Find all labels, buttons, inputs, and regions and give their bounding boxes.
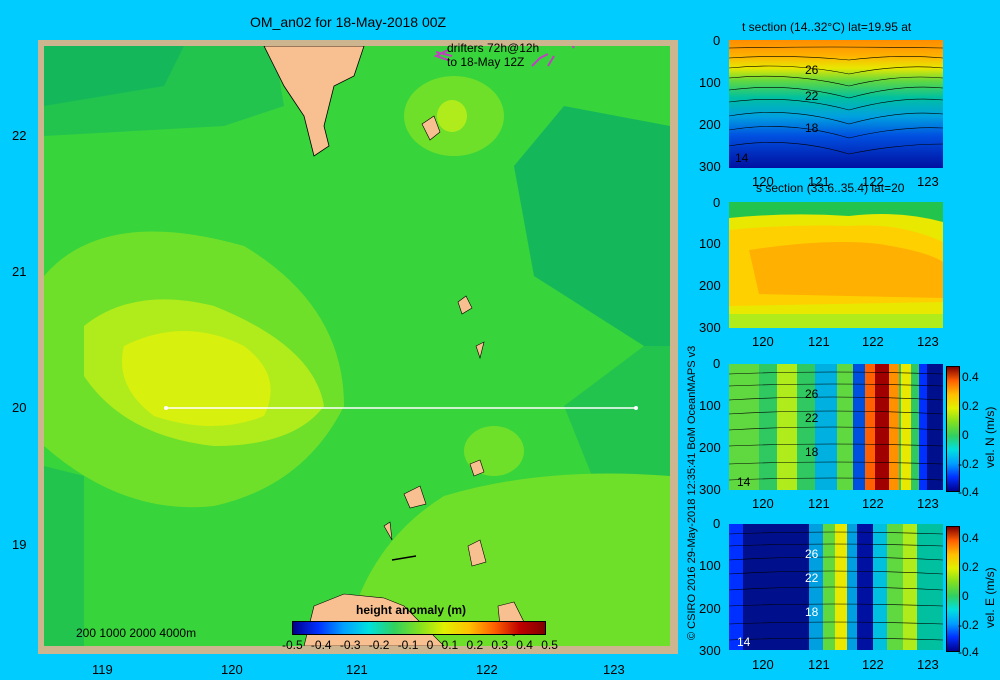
panel4-ytick: 0	[713, 516, 721, 531]
vel-n-colorbar	[946, 366, 960, 492]
vel-n-cbar-tick: 0.2	[962, 399, 979, 413]
lon-tick-123: 123	[603, 662, 625, 677]
ve-contour-label: 26	[805, 547, 819, 561]
vel-e-cbar-tick: -0.4	[958, 645, 979, 659]
vel-e-section-plot: 26 22 18 14	[729, 524, 943, 650]
ve-contour-label: 22	[805, 571, 819, 585]
colorbar-tick: -0.4	[310, 638, 332, 652]
vn-contour-label: 22	[805, 411, 819, 425]
vel-e-colorbar-label: vel. E (m/s)	[983, 567, 997, 628]
colorbar-tick: -0.5	[282, 638, 303, 652]
panel4-ytick: 300	[699, 643, 721, 658]
colorbar-title: height anomaly (m)	[356, 603, 467, 617]
vel-e-cbar-tick: -0.2	[958, 618, 979, 632]
panel4-xtick: 122	[862, 657, 884, 672]
panel2-ytick: 100	[699, 236, 721, 251]
t-contour-label: 22	[805, 89, 819, 103]
t-section-title: t section (14..32°C) lat=19.95 at	[742, 20, 912, 34]
drifters-label-line1: drifters 72h@12h	[447, 41, 540, 55]
panel2-xtick: 122	[862, 334, 884, 349]
t-contour-label: 26	[805, 63, 819, 77]
ve-contour-label: 18	[805, 605, 819, 619]
panel2-xtick: 121	[808, 334, 830, 349]
lon-tick-119: 119	[92, 662, 113, 677]
drifters-label-line2: to 18-May 12Z	[447, 55, 525, 69]
vel-n-cbar-tick: 0	[962, 428, 969, 442]
panel4-xtick: 121	[808, 657, 830, 672]
colorbar-tick: 0.2	[466, 638, 484, 652]
vel-n-colorbar-label: vel. N (m/s)	[983, 406, 997, 468]
panel3-ytick: 100	[699, 398, 721, 413]
anomaly-region-low-sw	[44, 466, 84, 646]
lon-tick-121: 121	[346, 662, 368, 677]
lat-tick-21: 21	[12, 264, 27, 279]
panel2-ytick: 200	[699, 278, 721, 293]
depth-legend: 200 1000 2000 4000m	[76, 626, 197, 640]
vel-e-cbar-tick: 0	[962, 589, 969, 603]
panel3-ytick: 300	[699, 482, 721, 497]
lon-tick-120: 120	[221, 662, 243, 677]
vn-contour-label: 18	[805, 445, 819, 459]
panel3-xtick: 121	[808, 496, 830, 511]
panel3-ytick: 0	[713, 356, 721, 371]
lon-tick-122: 122	[476, 662, 498, 677]
section-line-start	[164, 406, 168, 410]
panel4-xtick: 120	[752, 657, 774, 672]
panel4-ytick: 100	[699, 558, 721, 573]
panel1-ytick: 200	[699, 117, 721, 132]
panel3-ytick: 200	[699, 440, 721, 455]
vel-e-cbar-tick: 0.4	[962, 531, 979, 545]
ve-contour-label: 14	[737, 635, 751, 649]
colorbar-tick: -0.2	[368, 638, 390, 652]
credit-text: © CSIRO 2016 29-May-2018 12:35:41 BoM Oc…	[686, 345, 698, 640]
vel-n-cbar-tick: 0.4	[962, 370, 979, 384]
vel-e-colorbar	[946, 526, 960, 652]
panel1-xtick: 120	[752, 174, 774, 189]
s-section-plot	[729, 202, 943, 328]
t-section-plot: 26 22 18 14	[729, 40, 943, 168]
panel4-ytick: 200	[699, 601, 721, 616]
colorbar-tick: -0.3	[339, 638, 361, 652]
t-section-field	[729, 40, 943, 168]
colorbar-tick: 0.4	[516, 638, 533, 652]
lat-tick-22: 22	[12, 128, 27, 143]
colorbar-tick: 0.1	[441, 638, 459, 652]
colorbar-tick: 0.3	[491, 638, 509, 652]
section-line-end	[634, 406, 638, 410]
colorbar-tick-labels: -0.5 -0.4 -0.3 -0.2 -0.1 0 0.1 0.2 0.3 0…	[282, 638, 558, 652]
vel-n-cbar-tick: -0.2	[958, 457, 979, 471]
panel2-xtick: 120	[752, 334, 774, 349]
vel-n-section-plot: 26 22 18 14	[729, 364, 943, 490]
vel-e-cbar-tick: 0.2	[962, 560, 979, 574]
panel3-xtick: 123	[917, 496, 939, 511]
colorbar-tick: 0.5	[541, 638, 558, 652]
panel1-xtick: 122	[862, 174, 884, 189]
panel2-ytick: 0	[713, 195, 721, 210]
t-contour-label: 18	[805, 121, 819, 135]
vn-contour-label: 26	[805, 387, 819, 401]
vn-contour-label: 14	[737, 475, 751, 489]
panel1-xtick: 121	[808, 174, 830, 189]
panel1-xtick: 123	[917, 174, 939, 189]
panel1-ytick: 100	[699, 75, 721, 90]
panel2-xtick: 123	[917, 334, 939, 349]
lat-tick-19: 19	[12, 537, 27, 552]
colorbar-tick: -0.1	[397, 638, 419, 652]
colorbar-tick: 0	[426, 638, 434, 652]
panel3-xtick: 120	[752, 496, 774, 511]
anomaly-region-high-north	[437, 100, 467, 132]
panel3-xtick: 122	[862, 496, 884, 511]
t-contour-label: 14	[735, 151, 749, 165]
panel2-ytick: 300	[699, 320, 721, 335]
panel1-ytick: 0	[713, 33, 721, 48]
lat-tick-20: 20	[12, 400, 27, 415]
map-title: OM_an02 for 18-May-2018 00Z	[250, 14, 447, 30]
height-colorbar	[292, 621, 546, 635]
height-anomaly-map	[44, 46, 670, 646]
panel1-ytick: 300	[699, 159, 721, 174]
vel-n-cbar-tick: -0.4	[958, 485, 979, 499]
panel4-xtick: 123	[917, 657, 939, 672]
